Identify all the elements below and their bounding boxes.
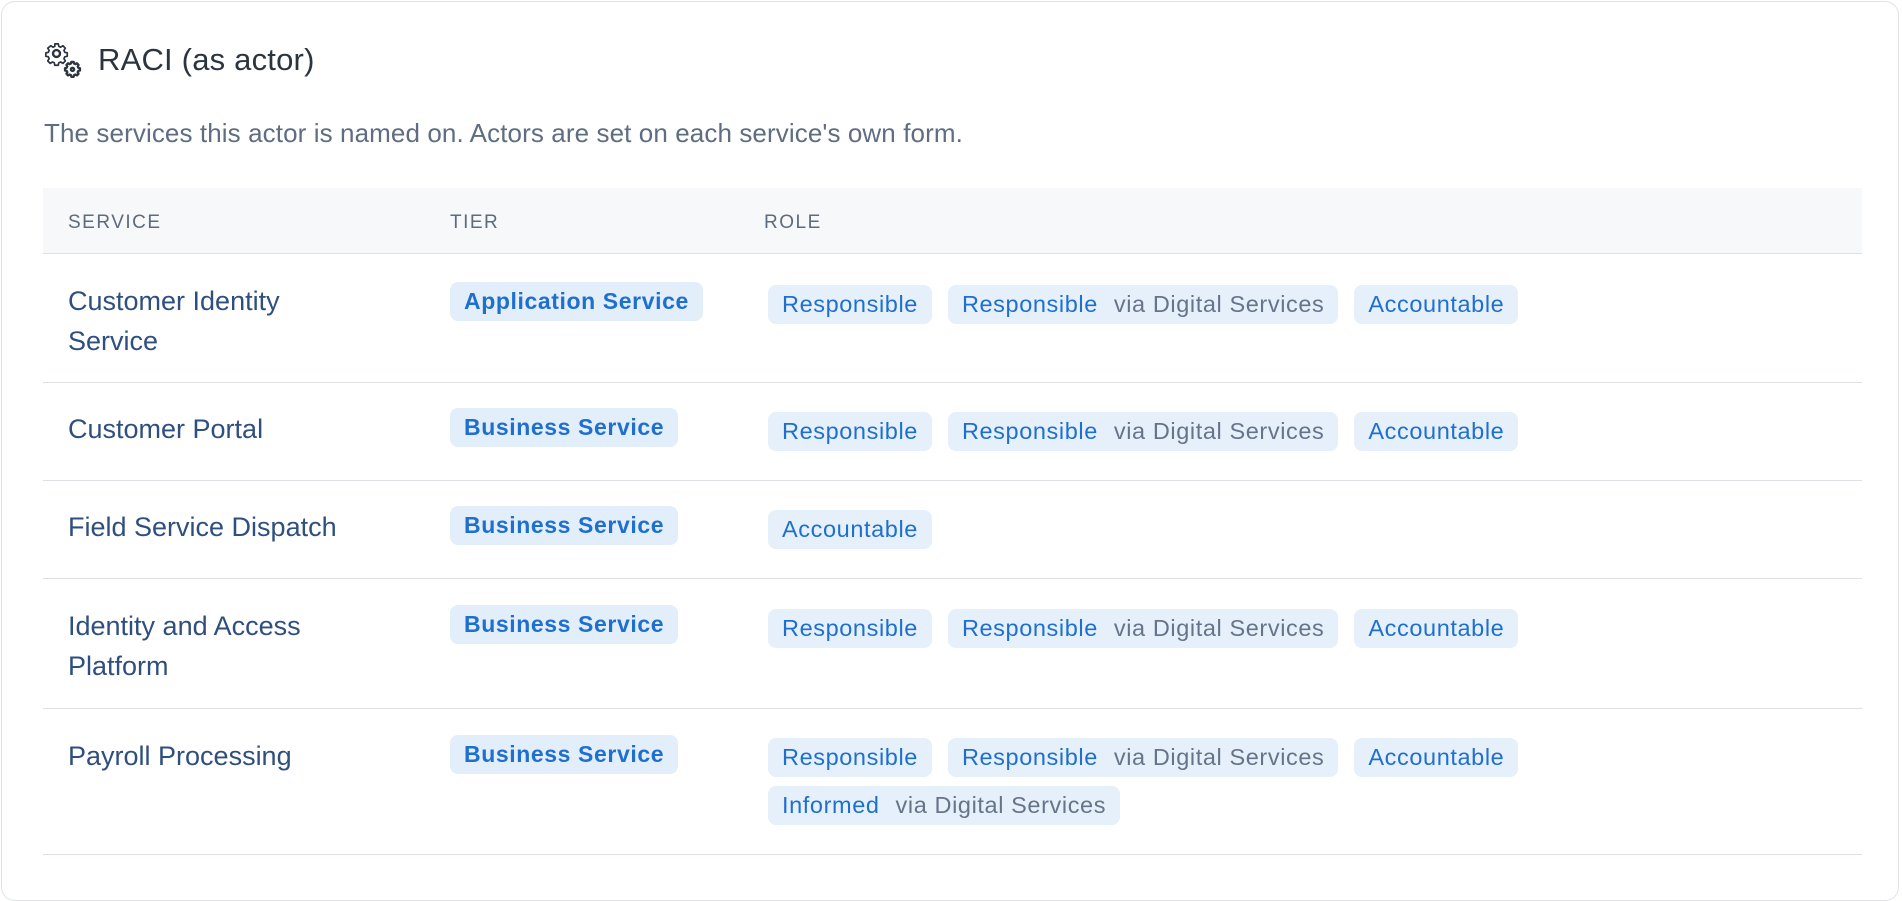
role-badge: Informed via Digital Services bbox=[768, 786, 1121, 825]
table-row[interactable]: Customer Identity Service Application Se… bbox=[43, 254, 1862, 383]
raci-panel: RACI (as actor) The services this actor … bbox=[1, 1, 1899, 901]
service-name[interactable]: Field Service Dispatch bbox=[68, 507, 368, 547]
role-badge: Responsible via Digital Services bbox=[947, 738, 1339, 777]
role-badge: Responsible via Digital Services bbox=[947, 285, 1339, 324]
tier-badge: Business Service bbox=[450, 605, 679, 644]
role-badge: Accountable bbox=[1354, 412, 1519, 451]
role-badge: Responsible bbox=[768, 285, 932, 324]
column-header-service[interactable]: SERVICE bbox=[68, 212, 162, 234]
column-header-tier[interactable]: TIER bbox=[450, 212, 499, 234]
table-row[interactable]: Customer Portal Business Service Respons… bbox=[43, 383, 1862, 481]
role-list: Responsible Responsible via Digital Servi… bbox=[768, 738, 1768, 825]
table-row[interactable]: Field Service Dispatch Business Service … bbox=[43, 481, 1862, 579]
column-header-role[interactable]: ROLE bbox=[764, 212, 822, 234]
service-name[interactable]: Payroll Processing bbox=[68, 736, 368, 776]
role-badge: Accountable bbox=[1354, 285, 1519, 324]
service-name[interactable]: Customer Portal bbox=[68, 409, 368, 449]
role-badge: Responsible bbox=[768, 738, 932, 777]
role-badge: Responsible via Digital Services bbox=[947, 412, 1339, 451]
role-badge: Accountable bbox=[768, 510, 932, 549]
service-name[interactable]: Identity and Access Platform bbox=[68, 606, 368, 686]
role-list: Responsible Responsible via Digital Servi… bbox=[768, 412, 1768, 451]
role-list: Accountable bbox=[768, 510, 1768, 549]
panel-title: RACI (as actor) bbox=[98, 42, 315, 77]
role-badge: Responsible bbox=[768, 609, 932, 648]
table-row[interactable]: Payroll Processing Business Service Resp… bbox=[43, 709, 1862, 855]
tier-badge: Business Service bbox=[450, 735, 679, 774]
tier-badge: Business Service bbox=[450, 506, 679, 545]
role-badge: Accountable bbox=[1354, 738, 1519, 777]
table-row[interactable]: Identity and Access Platform Business Se… bbox=[43, 579, 1862, 709]
role-badge: Responsible via Digital Services bbox=[947, 609, 1339, 648]
raci-table: SERVICE TIER ROLE Customer Identity Serv… bbox=[43, 188, 1862, 855]
tier-badge: Business Service bbox=[450, 408, 679, 447]
panel-header: RACI (as actor) bbox=[44, 38, 315, 82]
tier-badge: Application Service bbox=[450, 282, 703, 321]
panel-description: The services this actor is named on. Act… bbox=[44, 118, 963, 148]
service-name[interactable]: Customer Identity Service bbox=[68, 281, 368, 361]
role-badge: Responsible bbox=[768, 412, 932, 451]
role-list: Responsible Responsible via Digital Servi… bbox=[768, 285, 1768, 324]
role-list: Responsible Responsible via Digital Servi… bbox=[768, 609, 1768, 648]
role-badge: Accountable bbox=[1354, 609, 1519, 648]
table-header: SERVICE TIER ROLE bbox=[43, 188, 1862, 254]
gear-icon bbox=[44, 40, 84, 80]
